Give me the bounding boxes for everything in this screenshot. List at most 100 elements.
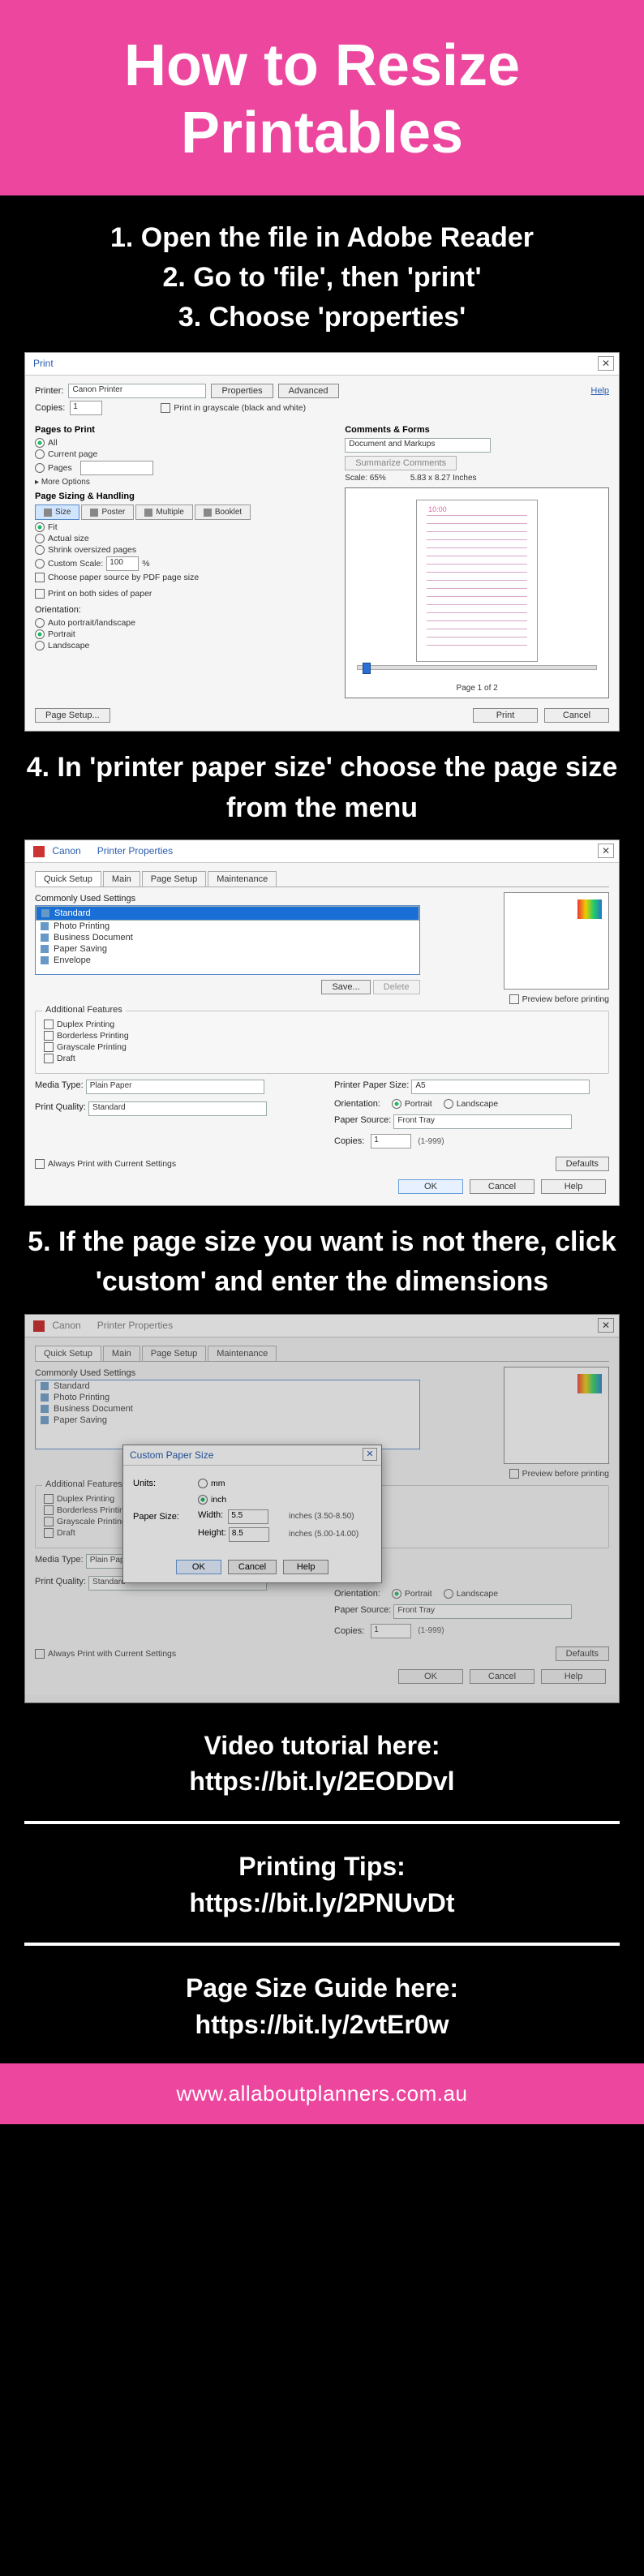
ok-button[interactable]: OK: [398, 1669, 463, 1684]
advanced-button[interactable]: Advanced: [278, 384, 339, 398]
tab-maintenance[interactable]: Maintenance: [208, 1346, 277, 1361]
canon-icon: [33, 846, 45, 857]
defaults-button[interactable]: Defaults: [556, 1646, 609, 1661]
portrait-radio[interactable]: Portrait: [392, 1589, 432, 1599]
copies-input[interactable]: 1: [70, 401, 102, 415]
tab-page-setup[interactable]: Page Setup: [142, 871, 207, 887]
fit-radio[interactable]: Fit: [35, 522, 335, 532]
tab-quick-setup[interactable]: Quick Setup: [35, 1346, 101, 1361]
used-settings-list[interactable]: Standard Photo Printing Business Documen…: [35, 1380, 420, 1449]
tab-main[interactable]: Main: [103, 1346, 140, 1361]
page-setup-button[interactable]: Page Setup...: [35, 708, 110, 723]
preview-before-check[interactable]: Preview before printing: [509, 1469, 609, 1479]
customscale-input[interactable]: 100: [106, 556, 139, 571]
copies-spinner[interactable]: 1: [371, 1134, 411, 1148]
list-item-photo[interactable]: Photo Printing: [36, 921, 419, 932]
help-button[interactable]: Help: [541, 1669, 606, 1684]
grayscale-check[interactable]: Print in grayscale (black and white): [161, 403, 306, 413]
copies-label: Copies:: [334, 1136, 364, 1146]
paper-source-label: Paper Source:: [334, 1115, 391, 1125]
preview-before-check[interactable]: Preview before printing: [509, 994, 609, 1004]
printer-select[interactable]: Canon Printer: [68, 384, 206, 398]
step-2: 2. Go to 'file', then 'print': [24, 258, 620, 298]
always-print-check[interactable]: Always Print with Current Settings: [35, 1159, 176, 1169]
orientation-label: Orientation:: [35, 605, 81, 615]
cancel-button[interactable]: Cancel: [228, 1560, 277, 1574]
duplex-check[interactable]: Duplex Printing: [44, 1020, 600, 1029]
inch-radio[interactable]: inch: [198, 1495, 281, 1505]
landscape-radio[interactable]: Landscape: [444, 1099, 498, 1109]
summarize-button[interactable]: Summarize Comments: [345, 456, 457, 470]
draft-check[interactable]: Draft: [44, 1054, 600, 1063]
borderless-check[interactable]: Borderless Printing: [44, 1031, 600, 1041]
close-icon[interactable]: ✕: [598, 844, 614, 858]
help-link[interactable]: Help: [590, 386, 609, 396]
list-item[interactable]: Photo Printing: [36, 1392, 419, 1403]
save-button[interactable]: Save...: [321, 980, 370, 994]
close-icon[interactable]: ✕: [598, 1318, 614, 1333]
comments-select[interactable]: Document and Markups: [345, 438, 491, 453]
paper-source-select[interactable]: Front Tray: [393, 1114, 572, 1129]
list-item[interactable]: Business Document: [36, 1403, 419, 1415]
more-options-toggle[interactable]: ▸ More Options: [35, 478, 90, 487]
steps-123: 1. Open the file in Adobe Reader 2. Go t…: [0, 195, 644, 353]
auto-orient-radio[interactable]: Auto portrait/landscape: [35, 618, 335, 628]
print-quality-select[interactable]: Standard: [88, 1101, 267, 1116]
site-url[interactable]: www.allaboutplanners.com.au: [177, 2081, 468, 2106]
preview-slider[interactable]: [357, 665, 597, 670]
used-settings-list[interactable]: Standard Photo Printing Business Documen…: [35, 905, 420, 975]
close-icon[interactable]: ✕: [598, 356, 614, 371]
grayscale-check[interactable]: Grayscale Printing: [44, 1042, 600, 1052]
cancel-button[interactable]: Cancel: [470, 1179, 535, 1194]
video-url[interactable]: https://bit.ly/2EODDvl: [16, 1763, 628, 1800]
copies-spinner[interactable]: 1: [371, 1624, 411, 1638]
tab-page-setup[interactable]: Page Setup: [142, 1346, 207, 1361]
choose-source-check[interactable]: Choose paper source by PDF page size: [35, 573, 335, 582]
multiple-tab[interactable]: Multiple: [135, 504, 192, 520]
mm-radio[interactable]: mm: [198, 1479, 281, 1488]
list-item-envelope[interactable]: Envelope: [36, 955, 419, 966]
tab-main[interactable]: Main: [103, 871, 140, 887]
size-tab[interactable]: Size: [35, 504, 79, 520]
paper-source-select[interactable]: Front Tray: [393, 1604, 572, 1619]
pages-input[interactable]: [80, 461, 153, 475]
help-button[interactable]: Help: [283, 1560, 328, 1574]
list-item[interactable]: Paper Saving: [36, 1415, 419, 1426]
both-sides-check[interactable]: Print on both sides of paper: [35, 589, 335, 599]
defaults-button[interactable]: Defaults: [556, 1157, 609, 1171]
currentpage-radio[interactable]: Current page: [35, 449, 335, 459]
pages-radio[interactable]: Pages: [35, 461, 335, 475]
tab-quick-setup[interactable]: Quick Setup: [35, 871, 101, 887]
cancel-button[interactable]: Cancel: [544, 708, 609, 723]
cancel-button[interactable]: Cancel: [470, 1669, 535, 1684]
help-button[interactable]: Help: [541, 1179, 606, 1194]
all-radio[interactable]: All: [35, 438, 335, 448]
width-input[interactable]: 5.5: [228, 1509, 268, 1524]
portrait-radio[interactable]: Portrait: [392, 1099, 432, 1109]
print-button[interactable]: Print: [473, 708, 538, 723]
portrait-radio[interactable]: Portrait: [35, 629, 335, 639]
list-item-saving[interactable]: Paper Saving: [36, 943, 419, 955]
list-item-standard[interactable]: Standard: [36, 906, 419, 921]
list-item-business[interactable]: Business Document: [36, 932, 419, 943]
ok-button[interactable]: OK: [398, 1179, 463, 1194]
height-input[interactable]: 8.5: [229, 1527, 269, 1542]
always-print-check[interactable]: Always Print with Current Settings: [35, 1649, 176, 1659]
customscale-radio[interactable]: Custom Scale: 100 %: [35, 556, 335, 571]
landscape-radio[interactable]: Landscape: [35, 641, 335, 650]
properties-button[interactable]: Properties: [211, 384, 273, 398]
tab-maintenance[interactable]: Maintenance: [208, 871, 277, 887]
close-icon[interactable]: ✕: [363, 1448, 377, 1461]
tips-url[interactable]: https://bit.ly/2PNUvDt: [16, 1885, 628, 1921]
paper-size-select[interactable]: A5: [411, 1080, 590, 1094]
shrink-radio[interactable]: Shrink oversized pages: [35, 545, 335, 555]
guide-url[interactable]: https://bit.ly/2vtEr0w: [16, 2007, 628, 2043]
delete-button[interactable]: Delete: [373, 980, 420, 994]
poster-tab[interactable]: Poster: [81, 504, 134, 520]
list-item[interactable]: Standard: [36, 1380, 419, 1392]
booklet-tab[interactable]: Booklet: [195, 504, 251, 520]
ok-button[interactable]: OK: [176, 1560, 221, 1574]
media-type-select[interactable]: Plain Paper: [86, 1080, 264, 1094]
actual-radio[interactable]: Actual size: [35, 534, 335, 543]
landscape-radio[interactable]: Landscape: [444, 1589, 498, 1599]
